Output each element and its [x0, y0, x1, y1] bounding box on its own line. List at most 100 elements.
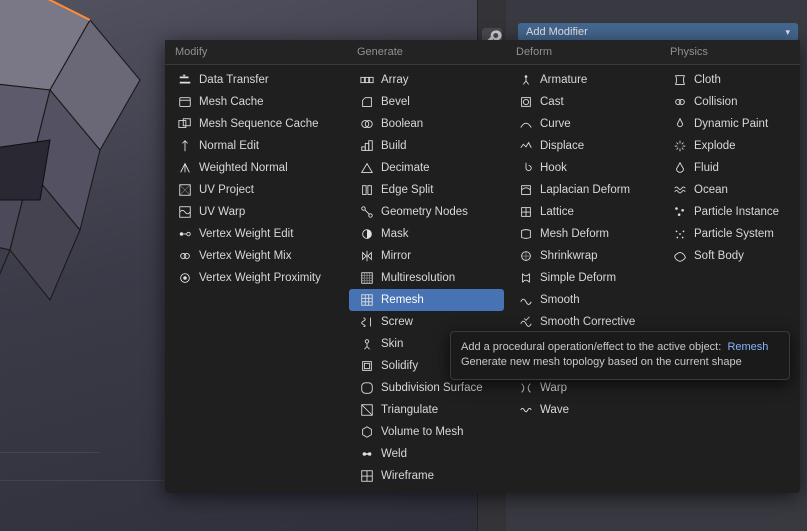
- modifier-hook[interactable]: Hook: [508, 157, 658, 179]
- modifier-smooth[interactable]: Smooth: [508, 289, 658, 311]
- uv-warp-icon: [177, 204, 193, 220]
- add-modifier-dropdown[interactable]: Add Modifier ▾: [518, 23, 798, 41]
- explode-icon: [672, 138, 688, 154]
- modifier-volume-to-mesh[interactable]: Volume to Mesh: [349, 421, 504, 443]
- fluid-icon: [672, 160, 688, 176]
- dynamic-paint-icon: [672, 116, 688, 132]
- modifier-geometry-nodes[interactable]: Geometry Nodes: [349, 201, 504, 223]
- column-header-modify: Modify: [165, 40, 347, 64]
- modifier-mask[interactable]: Mask: [349, 223, 504, 245]
- modifier-uv-project[interactable]: UV Project: [167, 179, 345, 201]
- remesh-icon: [359, 292, 375, 308]
- normal-edit-icon: [177, 138, 193, 154]
- add-modifier-label: Add Modifier: [526, 26, 588, 38]
- bevel-icon: [359, 94, 375, 110]
- screw-icon: [359, 314, 375, 330]
- modifier-explode[interactable]: Explode: [662, 135, 798, 157]
- modifier-bevel[interactable]: Bevel: [349, 91, 504, 113]
- displace-icon: [518, 138, 534, 154]
- modifier-armature[interactable]: Armature: [508, 69, 658, 91]
- wireframe-icon: [359, 468, 375, 484]
- soft-body-icon: [672, 248, 688, 264]
- collision-icon: [672, 94, 688, 110]
- modifier-remesh[interactable]: Remesh: [349, 289, 504, 311]
- modifier-decimate[interactable]: Decimate: [349, 157, 504, 179]
- curve-icon: [518, 116, 534, 132]
- modifier-wireframe[interactable]: Wireframe: [349, 465, 504, 487]
- modifier-multiresolution[interactable]: Multiresolution: [349, 267, 504, 289]
- laplacian-deform-icon: [518, 182, 534, 198]
- decimate-icon: [359, 160, 375, 176]
- modifier-data-transfer[interactable]: Data Transfer: [167, 69, 345, 91]
- modifier-fluid[interactable]: Fluid: [662, 157, 798, 179]
- skin-icon: [359, 336, 375, 352]
- modifier-vertex-weight-proximity[interactable]: Vertex Weight Proximity: [167, 267, 345, 289]
- modifier-subdivision-surface[interactable]: Subdivision Surface: [349, 377, 504, 399]
- column-header-generate: Generate: [347, 40, 506, 64]
- vertex-weight-edit-icon: [177, 226, 193, 242]
- modifier-displace[interactable]: Displace: [508, 135, 658, 157]
- modifier-cloth[interactable]: Cloth: [662, 69, 798, 91]
- weighted-normal-icon: [177, 160, 193, 176]
- hook-icon: [518, 160, 534, 176]
- armature-icon: [518, 72, 534, 88]
- modifier-wave[interactable]: Wave: [508, 399, 658, 421]
- array-icon: [359, 72, 375, 88]
- modifier-array[interactable]: Array: [349, 69, 504, 91]
- modifier-laplacian-deform[interactable]: Laplacian Deform: [508, 179, 658, 201]
- solidify-icon: [359, 358, 375, 374]
- modifier-mesh-deform[interactable]: Mesh Deform: [508, 223, 658, 245]
- column-deform: Armature Cast Curve Displace Hook Laplac…: [506, 69, 660, 487]
- cloth-icon: [672, 72, 688, 88]
- modifier-soft-body[interactable]: Soft Body: [662, 245, 798, 267]
- modifier-screw[interactable]: Screw: [349, 311, 504, 333]
- volume-to-mesh-icon: [359, 424, 375, 440]
- modifier-collision[interactable]: Collision: [662, 91, 798, 113]
- modifier-cast[interactable]: Cast: [508, 91, 658, 113]
- triangulate-icon: [359, 402, 375, 418]
- modifier-smooth-corrective[interactable]: Smooth Corrective: [508, 311, 658, 333]
- modifier-weighted-normal[interactable]: Weighted Normal: [167, 157, 345, 179]
- modifier-vertex-weight-mix[interactable]: Vertex Weight Mix: [167, 245, 345, 267]
- dropdown-header-row: Modify Generate Deform Physics: [165, 40, 800, 65]
- uv-project-icon: [177, 182, 193, 198]
- tooltip-line1-prefix: Add a procedural operation/effect to the…: [461, 341, 721, 353]
- modifier-particle-instance[interactable]: Particle Instance: [662, 201, 798, 223]
- lattice-icon: [518, 204, 534, 220]
- vertex-weight-mix-icon: [177, 248, 193, 264]
- modifier-ocean[interactable]: Ocean: [662, 179, 798, 201]
- mesh-cache-icon: [177, 94, 193, 110]
- modifier-lattice[interactable]: Lattice: [508, 201, 658, 223]
- boolean-icon: [359, 116, 375, 132]
- cast-icon: [518, 94, 534, 110]
- modifier-boolean[interactable]: Boolean: [349, 113, 504, 135]
- modifier-dynamic-paint[interactable]: Dynamic Paint: [662, 113, 798, 135]
- modifier-dropdown-menu: Modify Generate Deform Physics Data Tran…: [165, 40, 800, 493]
- modifier-triangulate[interactable]: Triangulate: [349, 399, 504, 421]
- smooth-corrective-icon: [518, 314, 534, 330]
- subdivision-surface-icon: [359, 380, 375, 396]
- modifier-vertex-weight-edit[interactable]: Vertex Weight Edit: [167, 223, 345, 245]
- modifier-curve[interactable]: Curve: [508, 113, 658, 135]
- wave-icon: [518, 402, 534, 418]
- smooth-icon: [518, 292, 534, 308]
- modifier-weld[interactable]: Weld: [349, 443, 504, 465]
- modifier-uv-warp[interactable]: UV Warp: [167, 201, 345, 223]
- modifier-edge-split[interactable]: Edge Split: [349, 179, 504, 201]
- modifier-mesh-sequence-cache[interactable]: Mesh Sequence Cache: [167, 113, 345, 135]
- chevron-down-icon: ▾: [785, 27, 790, 38]
- vertex-weight-proximity-icon: [177, 270, 193, 286]
- modifier-mirror[interactable]: Mirror: [349, 245, 504, 267]
- modifier-shrinkwrap[interactable]: Shrinkwrap: [508, 245, 658, 267]
- modifier-normal-edit[interactable]: Normal Edit: [167, 135, 345, 157]
- modifier-simple-deform[interactable]: Simple Deform: [508, 267, 658, 289]
- modifier-warp[interactable]: Warp: [508, 377, 658, 399]
- modifier-mesh-cache[interactable]: Mesh Cache: [167, 91, 345, 113]
- column-physics: Cloth Collision Dynamic Paint Explode Fl…: [660, 69, 800, 487]
- modifier-build[interactable]: Build: [349, 135, 504, 157]
- shrinkwrap-icon: [518, 248, 534, 264]
- modifier-particle-system[interactable]: Particle System: [662, 223, 798, 245]
- tooltip-line2: Generate new mesh topology based on the …: [461, 356, 742, 368]
- tooltip: Add a procedural operation/effect to the…: [450, 331, 790, 380]
- edge-split-icon: [359, 182, 375, 198]
